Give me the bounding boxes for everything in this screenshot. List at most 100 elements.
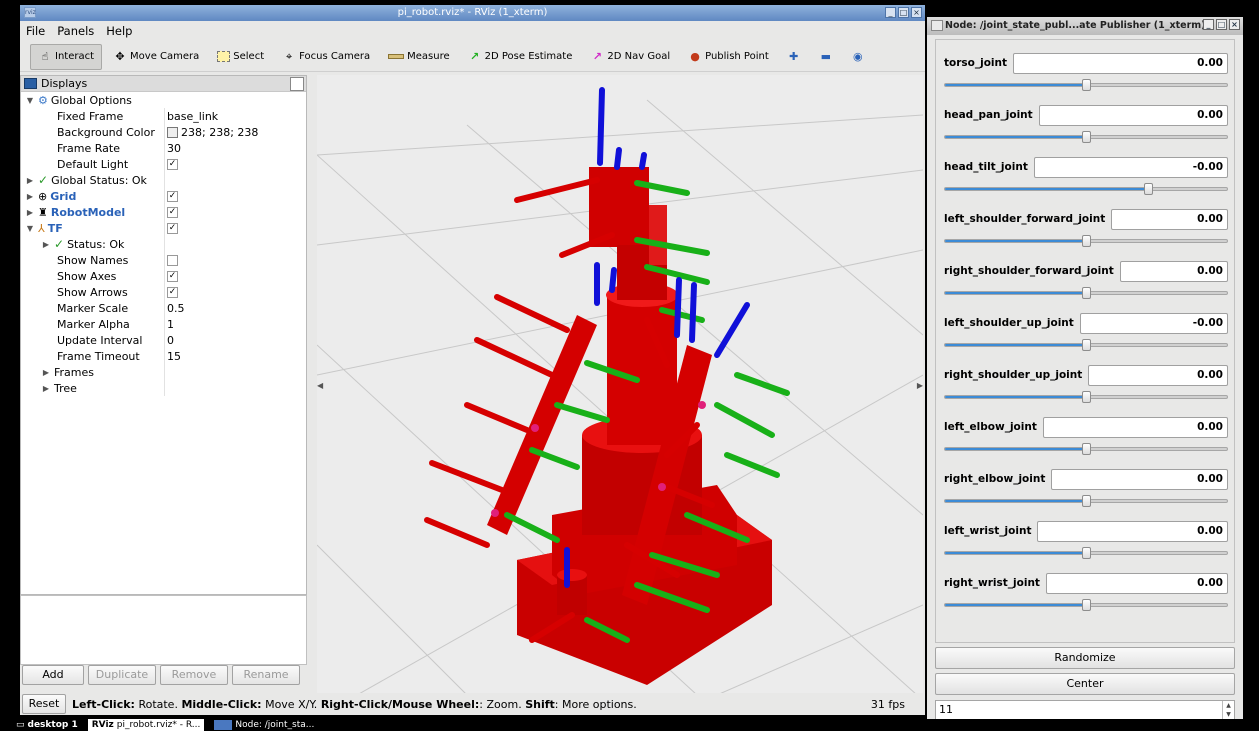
- rviz-titlebar[interactable]: rviz pi_robot.rviz* - RViz (1_xterm) _ □…: [20, 5, 925, 21]
- joint-value-field[interactable]: 0.00: [1038, 104, 1228, 126]
- panel-float-button[interactable]: [290, 76, 304, 91]
- tree-row-show-arrows[interactable]: Show Arrows ✓: [21, 284, 306, 300]
- joint-slider[interactable]: [944, 131, 1228, 143]
- tree-row-show-axes[interactable]: Show Axes ✓: [21, 268, 306, 284]
- show-names-checkbox[interactable]: [167, 254, 178, 266]
- jsp-close-button[interactable]: ×: [1229, 19, 1240, 30]
- joint-slider-handle[interactable]: [1082, 547, 1091, 559]
- reset-button[interactable]: Reset: [22, 694, 66, 714]
- joint-value-field[interactable]: -0.00: [1079, 312, 1228, 334]
- tool-2d-pose-estimate[interactable]: ↗ 2D Pose Estimate: [461, 44, 580, 70]
- spin-box-value[interactable]: 11: [939, 703, 953, 716]
- tool-publish-point[interactable]: ● Publish Point: [681, 44, 776, 70]
- spin-arrows-icon[interactable]: ▲ ▼: [1222, 701, 1234, 719]
- tree-row-marker-alpha[interactable]: Marker Alpha 1: [21, 316, 306, 332]
- joint-value-field[interactable]: -0.00: [1033, 156, 1228, 178]
- joint-slider-handle[interactable]: [1082, 287, 1091, 299]
- menu-panels[interactable]: Panels: [57, 24, 94, 38]
- tree-row-frames[interactable]: ▶ Frames: [21, 364, 306, 380]
- desktop-switcher[interactable]: ▭ desktop 1: [12, 719, 82, 731]
- joint-slider-handle[interactable]: [1082, 495, 1091, 507]
- joint-slider[interactable]: [944, 391, 1228, 403]
- tree-row-global-options[interactable]: ▼ ⚙ Global Options: [21, 92, 306, 108]
- duplicate-button[interactable]: Duplicate: [88, 665, 156, 685]
- 3d-viewport[interactable]: ◀ ▶: [317, 75, 923, 695]
- tree-row-tf-status[interactable]: ▶ ✓ Status: Ok: [21, 236, 306, 252]
- jsp-maximize-button[interactable]: □: [1216, 19, 1227, 30]
- view-tool-button[interactable]: ◉: [844, 44, 872, 70]
- expand-arrow-icon[interactable]: ▶: [25, 192, 35, 201]
- jsp-titlebar[interactable]: Node: /joint_state_publ...ate Publisher …: [927, 17, 1243, 35]
- rename-button[interactable]: Rename: [232, 665, 300, 685]
- tool-select[interactable]: Select: [210, 44, 271, 70]
- tf-checkbox[interactable]: ✓: [167, 222, 178, 234]
- randomize-button[interactable]: Randomize: [935, 647, 1235, 669]
- collapse-arrow-icon[interactable]: ▼: [25, 96, 35, 105]
- tree-row-tree[interactable]: ▶ Tree: [21, 380, 306, 396]
- joint-slider-handle[interactable]: [1082, 235, 1091, 247]
- joint-slider[interactable]: [944, 547, 1228, 559]
- tree-row-fixed-frame[interactable]: Fixed Frame base_link: [21, 108, 306, 124]
- tree-row-update-interval[interactable]: Update Interval 0: [21, 332, 306, 348]
- close-button[interactable]: ×: [911, 7, 922, 18]
- tool-interact[interactable]: ☝ Interact: [30, 43, 103, 70]
- tree-row-tf[interactable]: ▼ ⅄ TF ✓: [21, 220, 306, 236]
- frame-rate-value[interactable]: 30: [167, 142, 181, 155]
- joint-value-field[interactable]: 0.00: [1013, 52, 1228, 74]
- tree-row-background-color[interactable]: Background Color 238; 238; 238: [21, 124, 306, 140]
- expand-arrow-icon[interactable]: ▶: [41, 368, 51, 377]
- joint-slider[interactable]: [944, 339, 1228, 351]
- marker-scale-value[interactable]: 0.5: [167, 302, 185, 315]
- joint-slider[interactable]: [944, 443, 1228, 455]
- joint-slider[interactable]: [944, 235, 1228, 247]
- tree-row-marker-scale[interactable]: Marker Scale 0.5: [21, 300, 306, 316]
- joint-slider-handle[interactable]: [1082, 79, 1091, 91]
- marker-alpha-value[interactable]: 1: [167, 318, 174, 331]
- collapse-left-arrow-icon[interactable]: ◀: [317, 381, 323, 390]
- tree-row-global-status[interactable]: ▶ ✓ Global Status: Ok: [21, 172, 306, 188]
- menu-file[interactable]: File: [26, 24, 45, 38]
- tree-row-frame-rate[interactable]: Frame Rate 30: [21, 140, 306, 156]
- joint-value-field[interactable]: 0.00: [1111, 208, 1228, 230]
- color-swatch[interactable]: [167, 126, 178, 138]
- expand-arrow-icon[interactable]: ▶: [25, 176, 35, 185]
- spin-box[interactable]: 11 ▲ ▼: [935, 700, 1235, 720]
- tree-row-show-names[interactable]: Show Names: [21, 252, 306, 268]
- collapse-right-arrow-icon[interactable]: ▶: [917, 381, 923, 390]
- joint-value-field[interactable]: 0.00: [1051, 468, 1228, 490]
- joint-slider[interactable]: [944, 183, 1228, 195]
- tree-row-frame-timeout[interactable]: Frame Timeout 15: [21, 348, 306, 364]
- joint-value-field[interactable]: 0.00: [1088, 364, 1228, 386]
- joint-slider[interactable]: [944, 287, 1228, 299]
- tree-row-robot-model[interactable]: ▶ ♜ RobotModel ✓: [21, 204, 306, 220]
- joint-value-field[interactable]: 0.00: [1119, 260, 1228, 282]
- frame-timeout-value[interactable]: 15: [167, 350, 181, 363]
- joint-slider-handle[interactable]: [1082, 443, 1091, 455]
- remove-button[interactable]: Remove: [160, 665, 228, 685]
- show-arrows-checkbox[interactable]: ✓: [167, 286, 178, 298]
- background-color-value[interactable]: 238; 238; 238: [181, 126, 258, 139]
- taskbar-item-jsp[interactable]: Node: /joint_sta...: [210, 719, 319, 731]
- joint-value-field[interactable]: 0.00: [1037, 520, 1228, 542]
- joint-slider-handle[interactable]: [1144, 183, 1154, 195]
- jsp-minimize-button[interactable]: _: [1203, 19, 1214, 30]
- joint-slider-handle[interactable]: [1082, 391, 1091, 403]
- taskbar-item-rviz[interactable]: RViz pi_robot.rviz* - R...: [87, 719, 205, 731]
- collapse-arrow-icon[interactable]: ▼: [25, 224, 35, 233]
- tree-row-grid[interactable]: ▶ ⊕ Grid ✓: [21, 188, 306, 204]
- tool-move-camera[interactable]: ✥ Move Camera: [106, 44, 206, 70]
- tool-2d-nav-goal[interactable]: ↗ 2D Nav Goal: [583, 44, 677, 70]
- joint-value-field[interactable]: 0.00: [1045, 572, 1228, 594]
- expand-arrow-icon[interactable]: ▶: [41, 384, 51, 393]
- menu-help[interactable]: Help: [106, 24, 132, 38]
- joint-slider-handle[interactable]: [1082, 599, 1091, 611]
- tool-focus-camera[interactable]: ⌖ Focus Camera: [275, 44, 377, 70]
- joint-slider-handle[interactable]: [1082, 131, 1091, 143]
- joint-slider[interactable]: [944, 79, 1228, 91]
- joint-slider[interactable]: [944, 599, 1228, 611]
- default-light-checkbox[interactable]: ✓: [167, 158, 178, 170]
- maximize-button[interactable]: □: [898, 7, 909, 18]
- tool-measure[interactable]: Measure: [381, 44, 457, 70]
- add-button[interactable]: Add: [22, 665, 84, 685]
- expand-arrow-icon[interactable]: ▶: [25, 208, 35, 217]
